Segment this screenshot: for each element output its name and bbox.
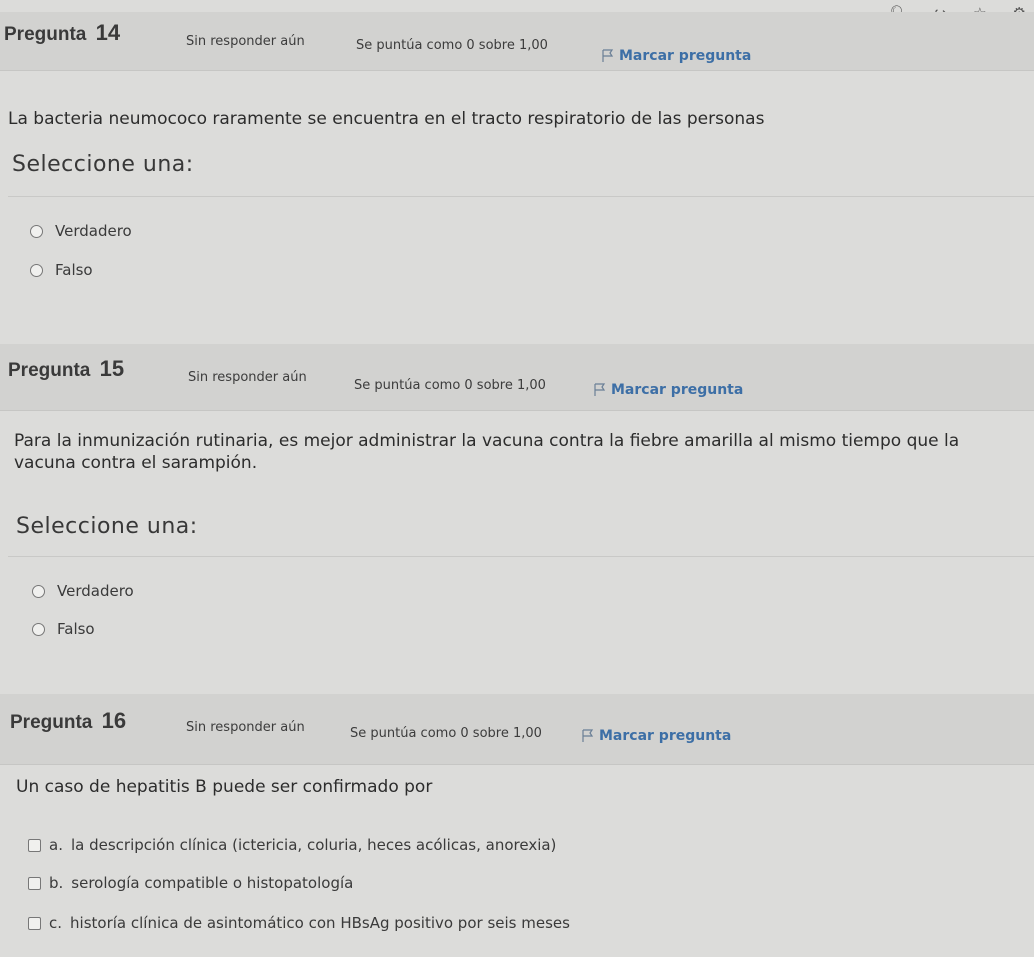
option-falso[interactable]: Falso [32,620,95,638]
question-grade: Se puntúa como 0 sobre 1,00 [354,378,546,393]
question-number: Pregunta 15 [8,356,125,381]
radio-button[interactable] [30,263,43,277]
flag-question-button[interactable]: Marcar pregunta [582,728,731,744]
question-text: Para la inmunización rutinaria, es mejor… [14,431,960,473]
question-15-header: Pregunta 15 Sin responder aún Se puntúa … [0,344,1034,411]
radio-button[interactable] [32,584,45,598]
option-verdadero[interactable]: Verdadero [30,222,132,240]
option-c[interactable]: c. historía clínica de asintomático con … [28,914,570,932]
flag-question-button[interactable]: Marcar pregunta [602,48,751,64]
divider [8,556,1034,557]
question-number: Pregunta 16 [10,708,127,733]
question-state: Sin responder aún [186,34,305,49]
question-text: La bacteria neumococo raramente se encue… [8,109,765,129]
question-state: Sin responder aún [186,720,305,735]
checkbox[interactable] [28,838,41,852]
flag-question-button[interactable]: Marcar pregunta [594,382,743,398]
question-16-header: Pregunta 16 Sin responder aún Se puntúa … [0,694,1034,765]
question-number: Pregunta 14 [4,20,121,45]
question-state: Sin responder aún [188,370,307,385]
option-a[interactable]: a. la descripción clínica (ictericia, co… [28,836,556,854]
question-grade: Se puntúa como 0 sobre 1,00 [356,38,548,53]
checkbox[interactable] [28,916,41,930]
question-14-header: Pregunta 14 Sin responder aún Se puntúa … [0,12,1034,71]
radio-button[interactable] [30,224,43,238]
divider [8,196,1034,197]
option-verdadero[interactable]: Verdadero [32,582,134,600]
flag-icon [594,383,606,396]
option-falso[interactable]: Falso [30,261,93,279]
select-prompt: Seleccione una: [16,514,198,539]
flag-icon [582,729,594,742]
select-prompt: Seleccione una: [12,152,194,177]
option-b[interactable]: b. serología compatible o histopatología [28,874,353,892]
question-text: Un caso de hepatitis B puede ser confirm… [16,777,433,797]
question-grade: Se puntúa como 0 sobre 1,00 [350,726,542,741]
checkbox[interactable] [28,876,41,890]
flag-icon [602,49,614,62]
radio-button[interactable] [32,622,45,636]
